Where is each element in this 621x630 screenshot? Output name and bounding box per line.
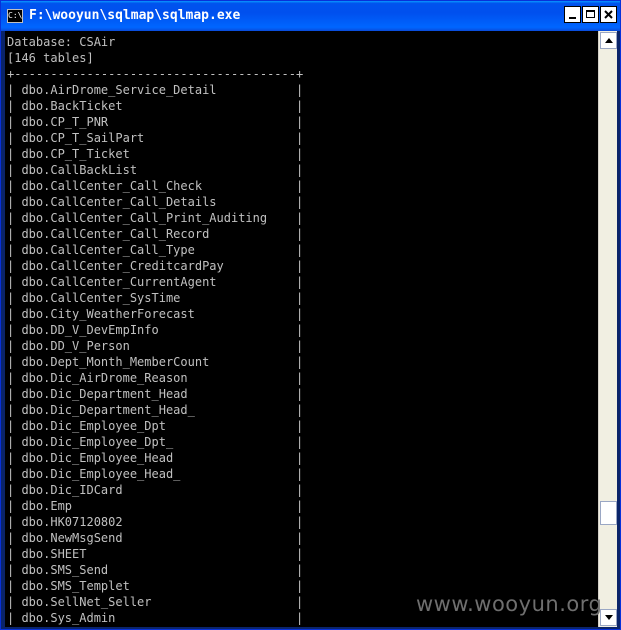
console-line: | dbo.SMS_Send | <box>7 563 304 577</box>
console-line: | dbo.Dic_Employee_Dpt_ | <box>7 435 304 449</box>
console-app-icon[interactable]: C:\ <box>7 9 23 23</box>
vertical-scrollbar[interactable] <box>598 31 617 627</box>
console-line: | dbo.CallCenter_Call_Check | <box>7 179 304 193</box>
console-line: | dbo.AirDrome_Service_Detail | <box>7 83 304 97</box>
console-line: +---------------------------------------… <box>7 67 304 81</box>
console-line: | dbo.DD_V_Person | <box>7 339 304 353</box>
console-line: | dbo.BackTicket | <box>7 99 304 113</box>
minimize-button[interactable] <box>564 6 581 23</box>
console-line: | dbo.Dic_AirDrome_Reason | <box>7 371 304 385</box>
console-line: | dbo.CallCenter_CurrentAgent | <box>7 275 304 289</box>
console-line: | dbo.DD_V_DevEmpInfo | <box>7 323 304 337</box>
console-line: Database: CSAir <box>7 35 116 49</box>
console-output[interactable]: Database: CSAir [146 tables] +------------… <box>5 31 598 627</box>
scroll-down-button[interactable] <box>600 609 617 626</box>
console-line: | dbo.CallBackList | <box>7 163 304 177</box>
console-line: | dbo.CallCenter_SysTime | <box>7 291 304 305</box>
console-line: [146 tables] <box>7 51 94 65</box>
console-line: | dbo.Dic_Employee_Dpt | <box>7 419 304 433</box>
console-window: C:\ F:\wooyun\sqlmap\sqlmap.exe Database… <box>0 0 621 630</box>
console-line: | dbo.Dic_Employee_Head | <box>7 451 304 465</box>
close-icon <box>604 10 613 19</box>
console-line: | dbo.Dic_Department_Head | <box>7 387 304 401</box>
console-line: | dbo.Sys_Admin | <box>7 611 304 625</box>
console-line: | dbo.Dept_Month_MemberCount | <box>7 355 304 369</box>
console-line: | dbo.Dic_IDCard | <box>7 483 304 497</box>
console-text: Database: CSAir [146 tables] +------------… <box>7 34 303 626</box>
console-line: | dbo.CP_T_Ticket | <box>7 147 304 161</box>
close-button[interactable] <box>600 6 617 23</box>
console-line: | dbo.CallCenter_Call_Print_Auditing | <box>7 211 304 225</box>
scroll-thumb[interactable] <box>600 501 617 525</box>
console-line: | dbo.CallCenter_Call_Record | <box>7 227 304 241</box>
console-line: | dbo.CP_T_PNR | <box>7 115 304 129</box>
console-line: | dbo.CP_T_SailPart | <box>7 131 304 145</box>
console-line: | dbo.Dic_Employee_Head_ | <box>7 467 304 481</box>
maximize-button[interactable] <box>582 6 599 23</box>
console-line: | dbo.Emp | <box>7 499 304 513</box>
window-title: F:\wooyun\sqlmap\sqlmap.exe <box>29 8 241 23</box>
console-line: | dbo.Dic_Department_Head_ | <box>7 403 304 417</box>
console-line: | dbo.City_WeatherForecast | <box>7 307 304 321</box>
console-line: | dbo.HK07120802 | <box>7 515 304 529</box>
console-line: | dbo.CallCenter_CreditcardPay | <box>7 259 304 273</box>
console-line: | dbo.SHEET | <box>7 547 304 561</box>
title-bar[interactable]: C:\ F:\wooyun\sqlmap\sqlmap.exe <box>1 1 620 31</box>
console-line: | dbo.CallCenter_Call_Details | <box>7 195 304 209</box>
console-line: | dbo.CallCenter_Call_Type | <box>7 243 304 257</box>
console-line: | dbo.NewMsgSend | <box>7 531 304 545</box>
console-line: | dbo.SMS_Templet | <box>7 579 304 593</box>
console-line: | dbo.SellNet_Seller | <box>7 595 304 609</box>
watermark-text: www.wooyun.org <box>416 592 603 616</box>
scroll-up-button[interactable] <box>600 32 617 49</box>
